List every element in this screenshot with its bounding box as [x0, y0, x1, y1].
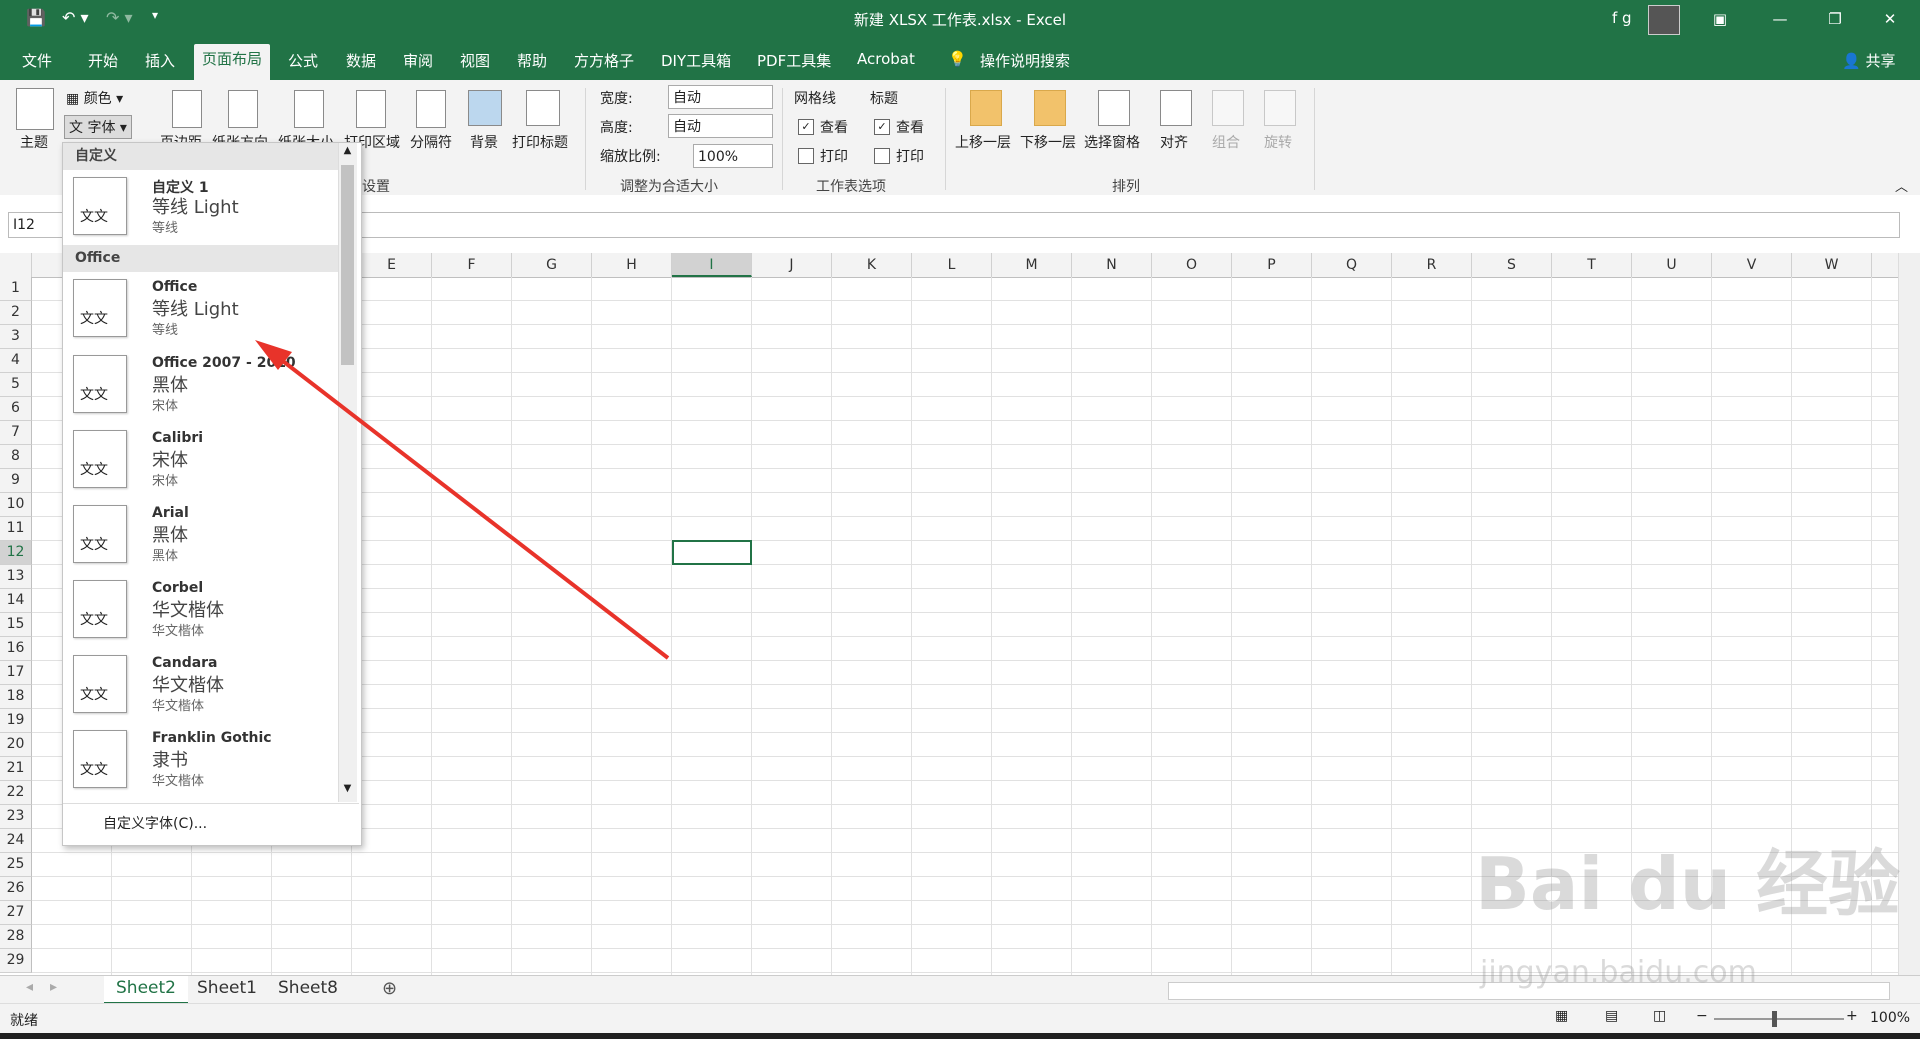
- arrow-shaft: [273, 353, 670, 660]
- watermark-url: jingyan.baidu.com: [1480, 955, 1757, 990]
- watermark-logo: Bai du 经验: [1475, 842, 1901, 926]
